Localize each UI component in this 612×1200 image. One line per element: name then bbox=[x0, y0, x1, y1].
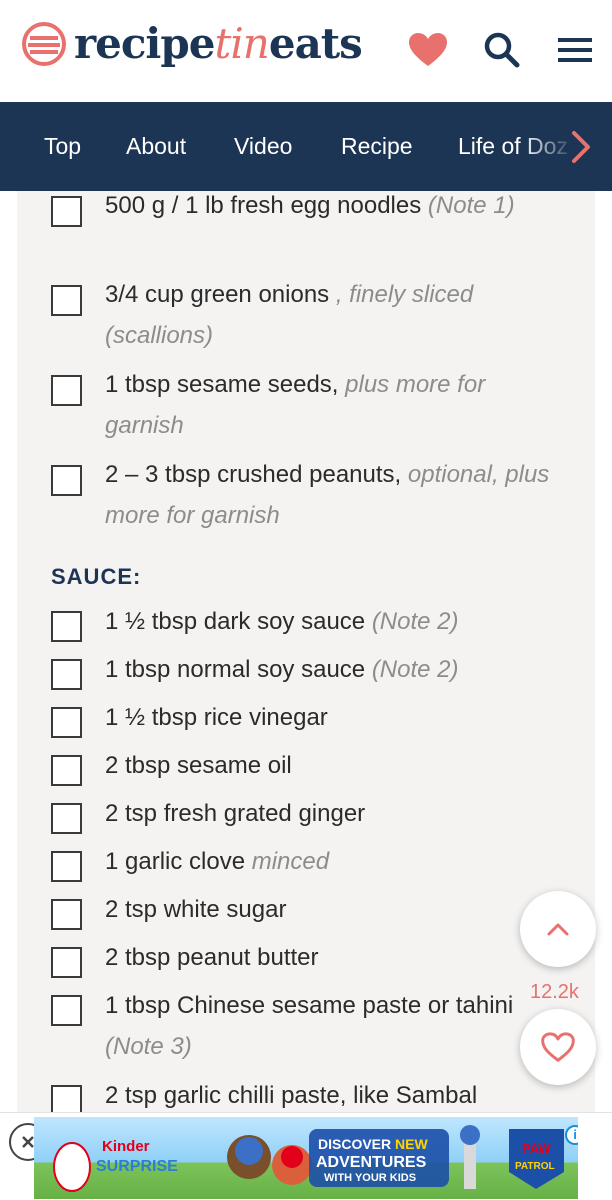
ingredient-text: 2 tsp garlic chilli paste, like Sambal bbox=[105, 1082, 478, 1109]
ad-brand-text: Kinder bbox=[102, 1138, 150, 1155]
ingredient-checkbox[interactable] bbox=[51, 899, 82, 930]
site-header: recipetineats bbox=[0, 0, 612, 102]
ingredient-checkbox[interactable] bbox=[51, 659, 82, 690]
svg-text:WITH YOUR KIDS: WITH YOUR KIDS bbox=[324, 1172, 416, 1184]
ingredient-checkbox[interactable] bbox=[51, 196, 82, 227]
nav-item-video[interactable]: Video bbox=[234, 102, 292, 191]
site-logo[interactable]: recipetineats bbox=[22, 19, 363, 68]
search-icon bbox=[484, 32, 520, 68]
ad-banner[interactable]: Kinder SURPRISE DISCOVER NEW ADVENTURES … bbox=[34, 1117, 578, 1199]
nav-fade bbox=[522, 102, 612, 191]
ingredient-checkbox[interactable] bbox=[51, 285, 82, 316]
ingredient-text: 1 ½ tbsp rice vinegar bbox=[105, 704, 328, 731]
ingredient-text: 2 tsp fresh grated ginger bbox=[105, 800, 366, 827]
ingredient-text: 2 – 3 tbsp crushed peanuts, optional, pl… bbox=[105, 461, 550, 529]
ingredient-checkbox[interactable] bbox=[51, 755, 82, 786]
heart-icon bbox=[409, 33, 447, 66]
ingredients-card: 500 g / 1 lb fresh egg noodles (Note 1) … bbox=[17, 191, 595, 1116]
ingredient-text: 1 tbsp normal soy sauce (Note 2) bbox=[105, 656, 459, 683]
logo-text: recipetineats bbox=[74, 19, 363, 68]
nav-item-recipe[interactable]: Recipe bbox=[341, 102, 413, 191]
ad-headline-new: NEW bbox=[395, 1136, 428, 1152]
nav-item-top[interactable]: Top bbox=[44, 102, 81, 191]
favorites-button[interactable] bbox=[406, 28, 450, 72]
hamburger-menu-icon bbox=[558, 38, 592, 62]
ingredient-checkbox[interactable] bbox=[51, 375, 82, 406]
ad-brand-sub-text: SURPRISE bbox=[96, 1158, 178, 1175]
ingredient-text: 2 tbsp sesame oil bbox=[105, 752, 292, 779]
logo-mark-icon bbox=[22, 22, 66, 66]
ingredient-text: 1 ½ tbsp dark soy sauce (Note 2) bbox=[105, 608, 459, 635]
ad-partner-b: PATROL bbox=[515, 1161, 555, 1172]
ingredient-text: 3/4 cup green onions , finely sliced (sc… bbox=[105, 281, 474, 349]
ad-banner-area: Kinder SURPRISE DISCOVER NEW ADVENTURES … bbox=[0, 1112, 612, 1200]
nav-item-about[interactable]: About bbox=[126, 102, 186, 191]
ingredient-text: 500 g / 1 lb fresh egg noodles (Note 1) bbox=[105, 192, 515, 219]
ingredient-checkbox[interactable] bbox=[51, 465, 82, 496]
ad-partner-a: PAW bbox=[522, 1141, 551, 1156]
ingredient-checkbox[interactable] bbox=[51, 851, 82, 882]
scroll-to-top-button[interactable] bbox=[520, 891, 596, 967]
chevron-up-icon bbox=[547, 923, 569, 936]
menu-button[interactable] bbox=[553, 28, 597, 72]
svg-text:DISCOVER NEW: DISCOVER NEW bbox=[318, 1136, 428, 1152]
ingredient-checkbox[interactable] bbox=[51, 947, 82, 978]
sauce-heading: SAUCE: bbox=[51, 564, 142, 589]
ingredient-checkbox[interactable] bbox=[51, 803, 82, 834]
chevron-right-icon[interactable] bbox=[568, 130, 594, 164]
ingredient-checkbox[interactable] bbox=[51, 995, 82, 1026]
search-button[interactable] bbox=[480, 28, 524, 72]
ingredient-checkbox[interactable] bbox=[51, 707, 82, 738]
svg-text:ADVENTURES: ADVENTURES bbox=[316, 1154, 427, 1171]
section-nav: Top About Video Recipe Life of Doz bbox=[0, 102, 612, 191]
save-count: 12.2k bbox=[530, 981, 579, 1003]
ingredient-text: 2 tsp white sugar bbox=[105, 896, 287, 923]
save-recipe-button[interactable] bbox=[520, 1009, 596, 1085]
ad-artwork: Kinder SURPRISE DISCOVER NEW ADVENTURES … bbox=[53, 1125, 564, 1192]
ingredient-text: 1 garlic clove minced bbox=[105, 848, 330, 875]
ingredient-text: 2 tbsp peanut butter bbox=[105, 944, 319, 971]
ingredient-text: 1 tbsp sesame seeds, plus more for garni… bbox=[105, 371, 486, 439]
heart-outline-icon bbox=[541, 1031, 575, 1062]
ingredient-text: 1 tbsp Chinese sesame paste or tahini (N… bbox=[105, 992, 514, 1060]
info-icon[interactable]: i bbox=[565, 1125, 578, 1145]
ingredient-checkbox[interactable] bbox=[51, 611, 82, 642]
